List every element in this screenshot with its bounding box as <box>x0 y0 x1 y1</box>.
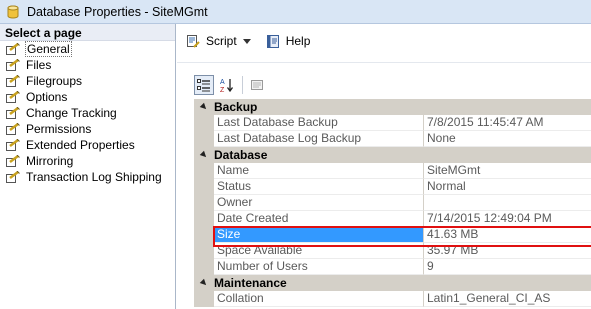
category-title: Database <box>214 148 268 162</box>
page-icon <box>6 154 20 167</box>
row-gutter <box>194 211 214 227</box>
property-row[interactable]: Status Normal <box>194 179 591 195</box>
sidebar-item-label: Filegroups <box>26 74 83 88</box>
collapse-icon[interactable] <box>194 147 214 163</box>
property-name: Number of Users <box>214 259 424 275</box>
category-backup[interactable]: Backup <box>194 99 591 115</box>
property-name: Owner <box>214 195 424 211</box>
properties-content: Script Help A Z Backup Last Database Bac… <box>177 24 591 309</box>
sidebar-item-mirroring[interactable]: Mirroring <box>0 153 175 169</box>
window-title: Database Properties - SiteMGmt <box>27 4 208 19</box>
categorized-icon[interactable] <box>194 75 214 95</box>
sidebar-item-extended-properties[interactable]: Extended Properties <box>0 137 175 153</box>
page-icon <box>6 122 20 135</box>
collapse-icon[interactable] <box>194 275 214 291</box>
window-title-bar: Database Properties - SiteMGmt <box>0 0 591 24</box>
sidebar-item-transaction-log-shipping[interactable]: Transaction Log Shipping <box>0 169 175 185</box>
page-icon <box>6 58 20 71</box>
row-gutter <box>194 259 214 275</box>
sidebar-item-label: Transaction Log Shipping <box>26 170 162 184</box>
row-gutter <box>194 163 214 179</box>
sidebar-item-label: Permissions <box>26 122 92 136</box>
property-name: Name <box>214 163 424 179</box>
page-icon <box>6 74 20 87</box>
sidebar-item-options[interactable]: Options <box>0 89 175 105</box>
property-name: Space Available <box>214 243 424 259</box>
property-pages-icon[interactable] <box>247 75 267 95</box>
chevron-down-icon[interactable] <box>242 38 251 44</box>
property-row[interactable]: Last Database Log Backup None <box>194 131 591 147</box>
property-row[interactable]: Collation Latin1_General_CI_AS <box>194 291 591 307</box>
help-button-label: Help <box>285 34 311 48</box>
sidebar-item-label: Files <box>26 58 52 72</box>
sidebar-item-label: Options <box>26 90 68 104</box>
help-icon <box>265 33 281 49</box>
page-icon <box>6 90 20 103</box>
category-title: Backup <box>214 100 258 114</box>
toolbar-separator <box>242 76 243 94</box>
sidebar-item-label: General <box>25 41 72 57</box>
page-icon <box>6 170 20 183</box>
property-grid: Backup Last Database Backup 7/8/2015 11:… <box>194 99 591 307</box>
property-grid-toolbar: A Z <box>194 74 270 96</box>
help-button[interactable]: Help <box>265 33 311 49</box>
category-database[interactable]: Database <box>194 147 591 163</box>
property-name: Collation <box>214 291 424 307</box>
page-selector-header: Select a page <box>0 24 175 41</box>
property-name: Status <box>214 179 424 195</box>
property-name: Last Database Log Backup <box>214 131 424 147</box>
property-row[interactable]: Number of Users 9 <box>194 259 591 275</box>
page-icon <box>6 106 20 119</box>
property-value: None <box>424 131 591 147</box>
category-title: Maintenance <box>214 276 287 290</box>
svg-text:Z: Z <box>220 87 225 93</box>
sidebar-item-label: Mirroring <box>26 154 74 168</box>
row-gutter <box>194 115 214 131</box>
property-name: Last Database Backup <box>214 115 424 131</box>
database-icon <box>5 4 21 20</box>
collapse-icon[interactable] <box>194 99 214 115</box>
property-row[interactable]: Date Created 7/14/2015 12:49:04 PM <box>194 211 591 227</box>
property-value: 7/8/2015 11:45:47 AM <box>424 115 591 131</box>
main-toolbar: Script Help <box>177 24 591 58</box>
page-icon <box>6 138 20 151</box>
sidebar-item-label: Change Tracking <box>26 106 117 120</box>
sidebar-item-label: Extended Properties <box>26 138 135 152</box>
property-name: Size <box>214 227 424 243</box>
alphabetical-sort-icon[interactable]: A Z <box>217 75 237 95</box>
svg-text:A: A <box>220 79 225 86</box>
property-row[interactable]: Name SiteMGmt <box>194 163 591 179</box>
property-value: Latin1_General_CI_AS <box>424 291 591 307</box>
property-value: 35.97 MB <box>424 243 591 259</box>
property-row[interactable]: Owner <box>194 195 591 211</box>
property-row-selected[interactable]: Size 41.63 MB <box>194 226 591 247</box>
property-value: Normal <box>424 179 591 195</box>
row-gutter <box>194 179 214 195</box>
property-value: 9 <box>424 259 591 275</box>
row-gutter <box>194 195 214 211</box>
sidebar-item-change-tracking[interactable]: Change Tracking <box>0 105 175 121</box>
sidebar-item-files[interactable]: Files <box>0 57 175 73</box>
script-button-label: Script <box>206 34 237 48</box>
property-row[interactable]: Last Database Backup 7/8/2015 11:45:47 A… <box>194 115 591 131</box>
property-row[interactable]: Space Available 35.97 MB <box>194 243 591 259</box>
row-gutter <box>194 291 214 307</box>
row-gutter <box>194 131 214 147</box>
property-name: Date Created <box>214 211 424 227</box>
page-icon <box>6 42 20 55</box>
property-value <box>424 195 591 211</box>
property-value: 41.63 MB <box>424 227 591 243</box>
sidebar-item-filegroups[interactable]: Filegroups <box>0 73 175 89</box>
script-button[interactable]: Script <box>185 33 257 49</box>
sidebar-item-general[interactable]: General <box>0 41 175 57</box>
script-icon <box>185 33 201 49</box>
category-maintenance[interactable]: Maintenance <box>194 275 591 291</box>
row-gutter <box>194 227 214 243</box>
property-value: SiteMGmt <box>424 163 591 179</box>
property-value: 7/14/2015 12:49:04 PM <box>424 211 591 227</box>
page-selector-panel: Select a page General Files Filegroups O… <box>0 24 176 309</box>
toolbar-divider <box>177 62 591 63</box>
sidebar-item-permissions[interactable]: Permissions <box>0 121 175 137</box>
row-gutter <box>194 243 214 259</box>
